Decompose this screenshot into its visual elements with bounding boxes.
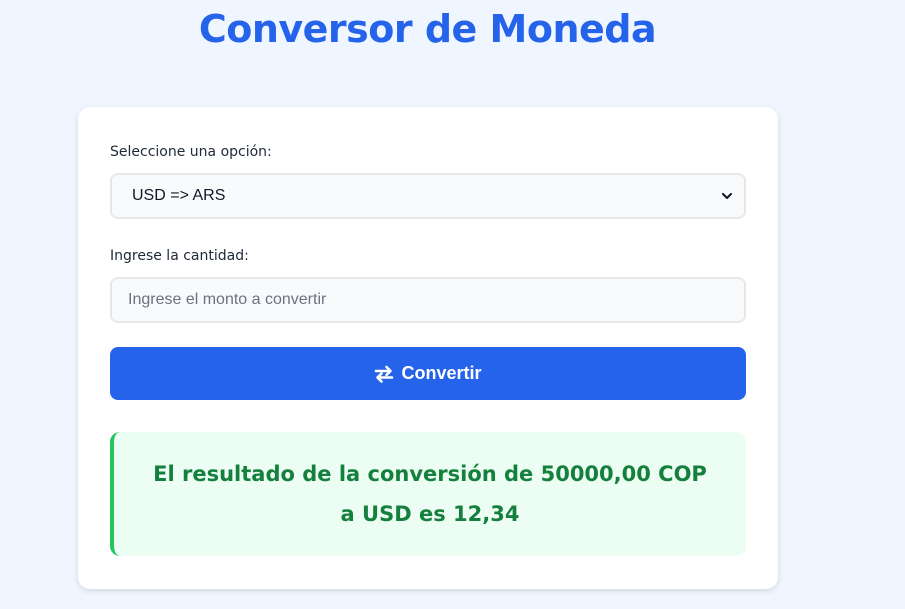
- amount-label: Ingrese la cantidad:: [110, 248, 249, 264]
- page-title: Conversor de Moneda: [198, 7, 657, 51]
- chevron-down-icon: [722, 191, 732, 201]
- result-box: El resultado de la conversión de 50000,0…: [110, 432, 746, 556]
- arrows-exchange-icon: [374, 365, 394, 383]
- result-text: El resultado de la conversión de 50000,0…: [153, 462, 707, 526]
- amount-input[interactable]: [110, 277, 746, 323]
- currency-pair-select[interactable]: USD => ARS: [110, 173, 746, 219]
- convert-button-label: Convertir: [401, 363, 482, 383]
- converter-card: Seleccione una opción: USD => ARS Ingres…: [78, 107, 778, 589]
- currency-pair-select-value: USD => ARS: [132, 187, 226, 204]
- select-label: Seleccione una opción:: [110, 144, 272, 160]
- convert-button[interactable]: Convertir: [110, 347, 746, 400]
